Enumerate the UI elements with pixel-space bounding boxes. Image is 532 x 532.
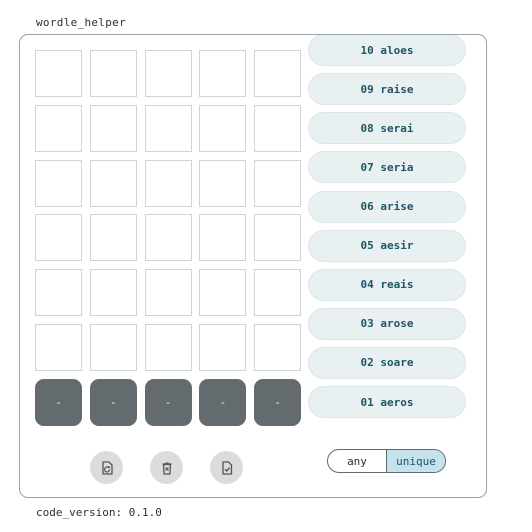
grid-cell [254, 214, 302, 262]
grid-cell [144, 324, 192, 371]
submit-button[interactable] [210, 451, 243, 484]
grid-cell [254, 104, 302, 152]
grid-cell [35, 50, 82, 97]
grid-cell [199, 159, 247, 207]
grid-cell [254, 269, 302, 317]
word-list-item[interactable]: 10 aloes [308, 35, 466, 67]
word-list-item[interactable]: 04 reais [308, 268, 466, 301]
grid-cell [144, 104, 192, 152]
grid-cell [89, 324, 137, 371]
grid-cell [144, 269, 192, 317]
word-suggestion-list[interactable]: 10 aloes 09 raise 08 serai 07 seria 06 arise… [308, 35, 466, 425]
word-list-item[interactable]: 09 raise [308, 73, 466, 106]
grid-cell [89, 214, 137, 262]
word-list-item[interactable]: 07 seria [308, 151, 466, 184]
grid-cell [35, 269, 82, 317]
grid-cell [89, 159, 137, 207]
grid-cell [144, 214, 192, 262]
entry-tile[interactable]: - [199, 378, 247, 426]
entry-tile[interactable]: - [254, 378, 302, 426]
grid-cell [199, 50, 247, 97]
grid-cell [254, 159, 302, 207]
entry-tile[interactable]: - [144, 378, 192, 426]
delete-icon [162, 462, 171, 475]
reset-icon [101, 460, 113, 475]
grid-cell [35, 324, 82, 371]
check-document-icon [221, 460, 232, 475]
mode-option-unique[interactable]: unique [386, 450, 445, 472]
clear-button[interactable] [150, 451, 183, 484]
mode-option-any[interactable]: any [328, 450, 386, 472]
grid-cell [254, 50, 302, 97]
grid-cell [89, 269, 137, 317]
grid-cell [199, 324, 247, 371]
word-list-item[interactable]: 06 arise [308, 190, 466, 223]
grid-cell [144, 159, 192, 207]
mode-toggle[interactable]: any unique [327, 449, 446, 473]
grid-cell [35, 104, 82, 152]
grid-cell [89, 104, 137, 152]
grid-cell [199, 214, 247, 262]
entry-tile[interactable]: - [89, 378, 137, 426]
action-bar [20, 451, 300, 485]
entry-tile[interactable]: - [35, 378, 82, 426]
app-title: wordle_helper [36, 16, 126, 29]
grid-cell [254, 324, 302, 371]
word-list-item[interactable]: 01 aeros [308, 386, 466, 418]
code-version: code_version: 0.1.0 [36, 506, 162, 519]
grid-cell [199, 104, 247, 152]
main-panel: ----- 10 aloes 09 raise 08 serai 07 seria 06… [19, 34, 487, 498]
grid-cell [35, 214, 82, 262]
reset-button[interactable] [90, 451, 123, 484]
word-list-item[interactable]: 05 aesir [308, 229, 466, 262]
grid-cell [89, 50, 137, 97]
word-list-item[interactable]: 02 soare [308, 346, 466, 379]
word-list-item[interactable]: 08 serai [308, 112, 466, 145]
grid-cell [199, 269, 247, 317]
word-list-item[interactable]: 03 arose [308, 307, 466, 340]
grid-cell [35, 159, 82, 207]
grid-cell [144, 50, 192, 97]
